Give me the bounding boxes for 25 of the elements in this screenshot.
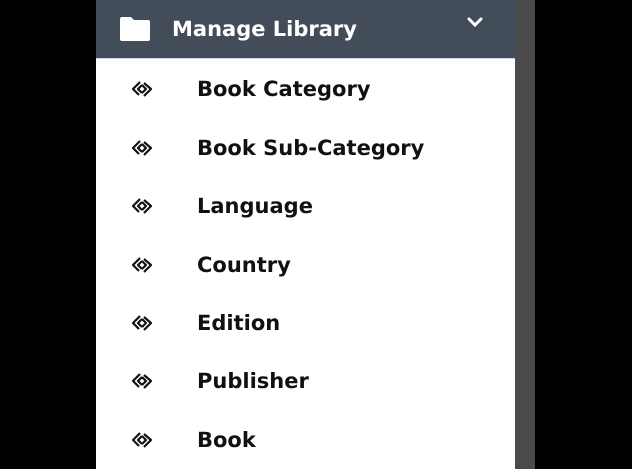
chevron-icon[interactable] [467,17,483,27]
menu-item-label: Book Sub-Category [197,136,424,160]
link-icon [130,80,154,98]
menu-item[interactable]: Publisher [96,352,515,411]
menu-item[interactable]: Language [96,177,515,236]
menu-item-label: Edition [197,311,280,336]
menu-title: Manage Library [172,17,358,42]
link-icon [130,314,154,332]
menu-item-label: Publisher [197,369,309,394]
link-icon [130,430,154,449]
menu-item[interactable]: Book Category [96,60,515,119]
menu-item[interactable]: Book [96,410,515,469]
menu-item[interactable]: Edition [96,294,515,352]
menu-item-label: Language [197,194,313,218]
menu-header[interactable]: Manage Library [96,0,515,60]
menu-item-label: Book [197,428,256,452]
menu-item[interactable]: Book Sub-Category [96,118,515,178]
folder-icon [120,17,150,42]
menu-item-label: Book Category [197,77,371,102]
link-icon [130,197,154,216]
link-icon [130,138,154,157]
menu-item-label: Country [197,252,291,277]
menu-item[interactable]: Country [96,235,515,294]
link-icon [130,372,154,390]
link-icon [130,256,154,274]
